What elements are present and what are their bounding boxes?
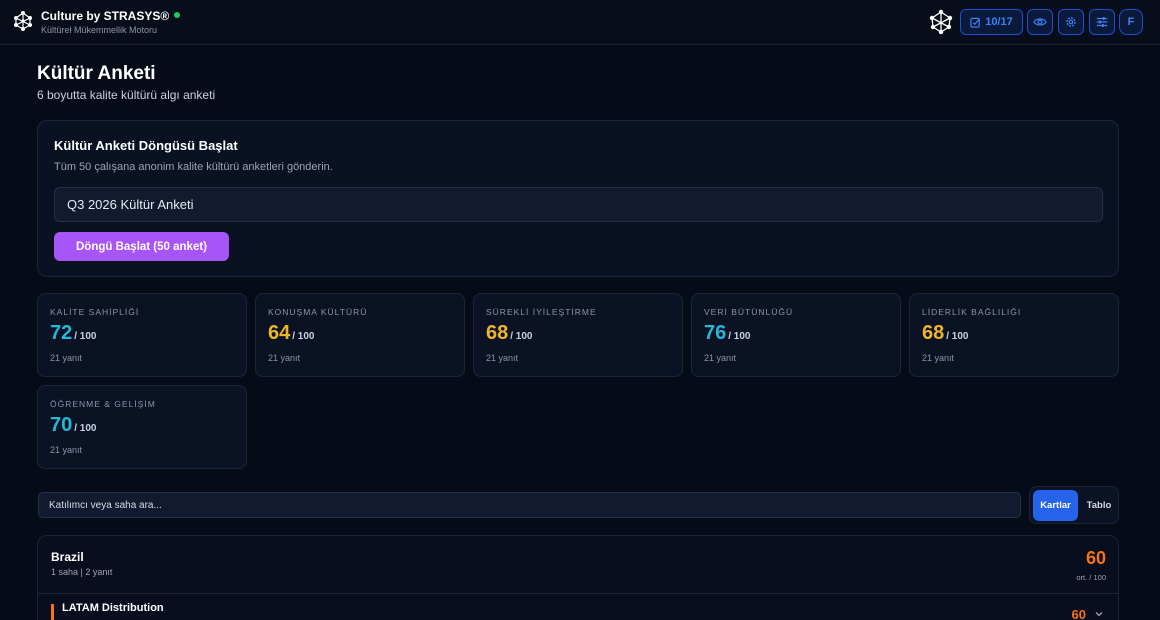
dimension-card: LİDERLİK BAĞLILIĞI 68/ 100 21 yanıt [909, 293, 1119, 377]
user-avatar[interactable]: F [1119, 9, 1143, 35]
page-title: Kültür Anketi [37, 63, 156, 84]
survey-cycle-panel: Kültür Anketi Döngüsü Başlat Tüm 50 çalı… [37, 120, 1119, 277]
checklist-icon [970, 17, 980, 28]
divider [38, 593, 1118, 594]
region-group[interactable]: Brazil 1 saha | 2 yanıt 60 ort. / 100 LA… [37, 535, 1119, 620]
response-count: 21 yanıt [50, 445, 83, 455]
score-value: 70 [50, 414, 73, 436]
dimension-label: LİDERLİK BAĞLILIĞI [922, 307, 1022, 317]
dimension-card: VERİ BÜTÜNLÜĞÜ 76/ 100 21 yanıt [691, 293, 901, 377]
score-max: / 100 [74, 331, 97, 342]
view-button[interactable] [1027, 9, 1053, 35]
dimension-label: ÖĞRENME & GELİŞİM [50, 399, 156, 409]
dimension-label: SÜREKLİ İYİLEŞTİRME [486, 307, 597, 317]
response-count: 21 yanıt [268, 353, 301, 363]
score-max: / 100 [510, 331, 533, 342]
settings-button[interactable] [1058, 9, 1084, 35]
region-score: 60 [1085, 548, 1106, 568]
site-name[interactable]: LATAM Distribution [62, 602, 164, 614]
brand-name: Culture by STRASYS® [41, 9, 170, 23]
score-max: / 100 [946, 331, 969, 342]
table-view-tab[interactable]: Tablo [1080, 490, 1118, 521]
dimension-score: 76/ 100 [704, 322, 751, 345]
dimension-card: SÜREKLİ İYİLEŞTİRME 68/ 100 21 yanıt [473, 293, 683, 377]
score-value: 68 [486, 322, 509, 344]
score-value: 72 [50, 322, 73, 344]
dimension-label: KONUŞMA KÜLTÜRÜ [268, 307, 368, 317]
score-max: / 100 [728, 331, 751, 342]
dimension-card: ÖĞRENME & GELİŞİM 70/ 100 21 yanıt [37, 385, 247, 469]
cycle-name-input[interactable] [54, 187, 1103, 222]
cards-view-tab[interactable]: Kartlar [1033, 490, 1078, 521]
dimension-score: 68/ 100 [922, 322, 969, 345]
dimension-score: 70/ 100 [50, 414, 97, 437]
cycle-description: Tüm 50 çalışana anonim kalite kültürü an… [54, 161, 333, 173]
filter-button[interactable] [1089, 9, 1115, 35]
score-value: 64 [268, 322, 291, 344]
start-cycle-button[interactable]: Döngü Başlat (50 anket) [54, 232, 229, 261]
region-name: Brazil [51, 550, 84, 564]
progress-button[interactable]: 10/17 [960, 9, 1023, 35]
network-logo-icon [14, 11, 32, 31]
page-subtitle: 6 boyutta kalite kültürü algı anketi [37, 88, 216, 102]
dimension-label: VERİ BÜTÜNLÜĞÜ [704, 307, 794, 317]
network-graph-icon[interactable] [928, 9, 954, 35]
dimension-card: KONUŞMA KÜLTÜRÜ 64/ 100 21 yanıt [255, 293, 465, 377]
search-input[interactable] [38, 492, 1021, 518]
dimension-score: 64/ 100 [268, 322, 315, 345]
response-count: 21 yanıt [922, 353, 955, 363]
cycle-title: Kültür Anketi Döngüsü Başlat [54, 138, 238, 153]
score-value: 68 [922, 322, 945, 344]
top-bar: Culture by STRASYS® Kültürel Mükemmellik… [0, 0, 1160, 45]
region-meta: 1 saha | 2 yanıt [51, 567, 113, 577]
site-score: 60 [1071, 607, 1086, 620]
sliders-icon [1096, 17, 1108, 27]
dimension-score: 68/ 100 [486, 322, 533, 345]
chevron-down-icon[interactable] [1094, 609, 1104, 619]
score-max: / 100 [74, 423, 97, 434]
view-toggle: Kartlar Tablo [1029, 486, 1119, 524]
brand-subtitle: Kültürel Mükemmellik Motoru [41, 25, 158, 35]
gear-icon [1066, 17, 1076, 27]
score-value: 76 [704, 322, 727, 344]
score-max: / 100 [292, 331, 315, 342]
eye-icon [1033, 18, 1047, 26]
brand-title: Culture by STRASYS® [41, 9, 181, 23]
online-status-dot [174, 12, 181, 18]
response-count: 21 yanıt [50, 353, 83, 363]
scrollbar[interactable] [1150, 45, 1160, 620]
dimension-card: KALİTE SAHİPLİĞİ 72/ 100 21 yanıt [37, 293, 247, 377]
dimension-label: KALİTE SAHİPLİĞİ [50, 307, 140, 317]
site-accent-bar [51, 604, 54, 620]
response-count: 21 yanıt [486, 353, 519, 363]
response-count: 21 yanıt [704, 353, 737, 363]
progress-count: 10/17 [985, 16, 1013, 28]
region-average-label: ort. / 100 [1076, 573, 1106, 582]
dimension-score: 72/ 100 [50, 322, 97, 345]
